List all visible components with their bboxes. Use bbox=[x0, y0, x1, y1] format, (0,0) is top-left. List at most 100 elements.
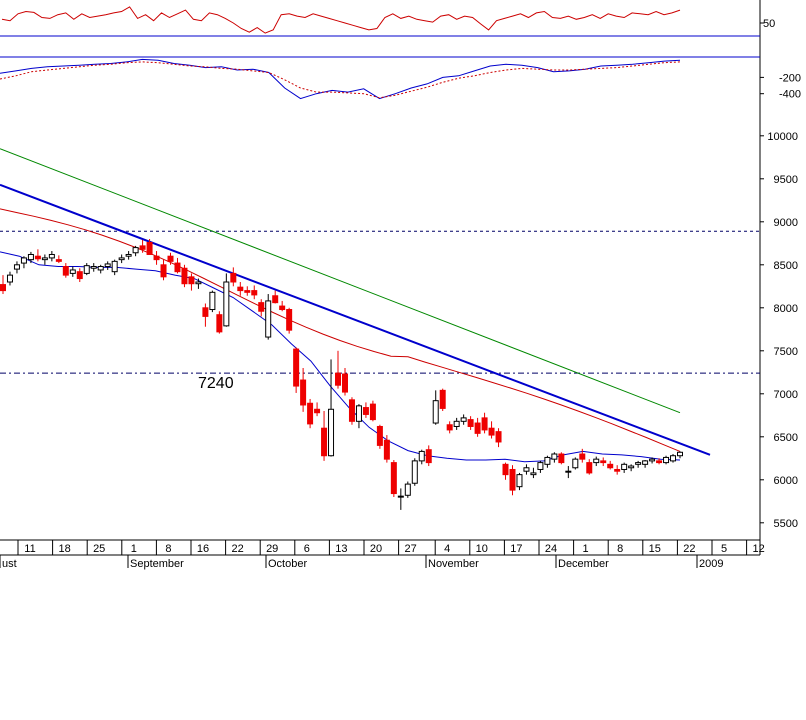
price-tick-label: 8500 bbox=[774, 260, 798, 272]
oscillator-panel bbox=[1, 6, 681, 34]
candle-body bbox=[425, 449, 432, 464]
candle-body bbox=[48, 253, 55, 259]
candle-body bbox=[586, 462, 593, 474]
candle-body bbox=[558, 453, 565, 464]
candle-body bbox=[565, 470, 572, 473]
candle-body bbox=[265, 300, 272, 338]
candle-body bbox=[411, 460, 418, 484]
trendline bbox=[0, 183, 711, 456]
stock-chart: 50 -200 -400 5500 6000 6500 7000 7500 8000 8500 90… bbox=[0, 0, 801, 570]
candle-body bbox=[160, 264, 167, 278]
candle-body bbox=[286, 309, 293, 331]
candle-body bbox=[328, 408, 335, 457]
month-label: September bbox=[130, 558, 184, 570]
date-tick-label: 24 bbox=[545, 543, 557, 555]
candle-body bbox=[390, 462, 397, 495]
candle-body bbox=[223, 281, 230, 327]
candle-body bbox=[670, 455, 677, 462]
candle-body bbox=[348, 399, 355, 422]
candle-body bbox=[474, 422, 481, 434]
date-tick-label: 1 bbox=[131, 543, 137, 555]
macd-tick-label: -400 bbox=[779, 89, 801, 101]
candle-body bbox=[293, 348, 300, 387]
month-label: ust bbox=[2, 558, 17, 570]
candle-body bbox=[362, 407, 369, 415]
date-tick-label: 5 bbox=[721, 543, 727, 555]
date-tick-label: 13 bbox=[335, 543, 347, 555]
candle-body bbox=[41, 257, 48, 261]
candle-body bbox=[467, 419, 474, 427]
candle-body bbox=[621, 463, 628, 470]
candle-body bbox=[516, 474, 523, 488]
candle-body bbox=[404, 483, 411, 496]
candle-body bbox=[167, 255, 174, 262]
candle-body bbox=[0, 284, 6, 292]
month-label: October bbox=[268, 558, 307, 570]
candle-body bbox=[237, 286, 244, 292]
macd-signal-line bbox=[0, 61, 681, 99]
candle-body bbox=[551, 453, 558, 460]
date-tick-label: 27 bbox=[404, 543, 416, 555]
price-tick-label: 9500 bbox=[774, 174, 798, 186]
price-tick-label: 10000 bbox=[767, 131, 798, 143]
candle-body bbox=[258, 302, 265, 312]
date-tick-label: 8 bbox=[165, 543, 171, 555]
candle-body bbox=[111, 260, 118, 273]
macd-panel bbox=[0, 58, 681, 100]
candle-body bbox=[97, 266, 104, 271]
candle-body bbox=[55, 259, 62, 262]
candle-body bbox=[83, 265, 90, 274]
candle-body bbox=[600, 460, 607, 464]
price-tick-label: 6000 bbox=[774, 475, 798, 487]
candle-body bbox=[188, 276, 195, 285]
date-tick-label: 12 bbox=[752, 543, 764, 555]
macd-tick-label: -200 bbox=[779, 72, 801, 84]
candle-body bbox=[495, 431, 502, 443]
candle-body bbox=[230, 272, 237, 283]
candle-body bbox=[300, 379, 307, 406]
candle-body bbox=[6, 274, 13, 283]
price-tick-label: 7000 bbox=[774, 389, 798, 401]
price-tick-label: 8000 bbox=[774, 303, 798, 315]
candle-body bbox=[446, 424, 453, 431]
price-tick-label: 7500 bbox=[774, 346, 798, 358]
date-tick-label: 25 bbox=[93, 543, 105, 555]
date-tick-label: 22 bbox=[231, 543, 243, 555]
candle-body bbox=[13, 264, 20, 270]
date-tick-label: 22 bbox=[683, 543, 695, 555]
candle-body bbox=[614, 468, 621, 472]
candle-body bbox=[376, 425, 383, 446]
candle-body bbox=[209, 291, 216, 311]
candle-body bbox=[369, 403, 376, 421]
candle-body bbox=[544, 456, 551, 465]
price-tick-label: 9000 bbox=[774, 217, 798, 229]
candle-body bbox=[677, 451, 683, 457]
candle-body bbox=[663, 456, 670, 464]
candle-body bbox=[216, 314, 223, 333]
candle-body bbox=[174, 262, 181, 273]
date-tick-label: 15 bbox=[649, 543, 661, 555]
date-tick-label: 17 bbox=[510, 543, 522, 555]
candle-body bbox=[656, 460, 663, 464]
chart-background bbox=[0, 0, 761, 556]
candle-body bbox=[335, 372, 342, 386]
candle-body bbox=[530, 472, 537, 476]
candle-body bbox=[90, 266, 97, 269]
price-tick-label: 6500 bbox=[774, 432, 798, 444]
date-tick-label: 20 bbox=[370, 543, 382, 555]
short-moving-average bbox=[0, 251, 681, 463]
candle-body bbox=[139, 245, 146, 250]
candle-body bbox=[202, 307, 209, 317]
candle-body bbox=[635, 462, 642, 465]
month-label: November bbox=[428, 558, 479, 570]
oscillator-tick-label: 50 bbox=[763, 18, 775, 30]
candle-body bbox=[649, 458, 656, 462]
candle-body bbox=[181, 267, 188, 285]
candle-body bbox=[642, 460, 649, 465]
candle-body bbox=[453, 420, 460, 427]
candle-body bbox=[593, 458, 600, 464]
candle-body bbox=[244, 290, 251, 293]
mid-moving-average bbox=[0, 208, 681, 452]
candle-body bbox=[146, 241, 153, 255]
candle-body bbox=[125, 253, 132, 257]
